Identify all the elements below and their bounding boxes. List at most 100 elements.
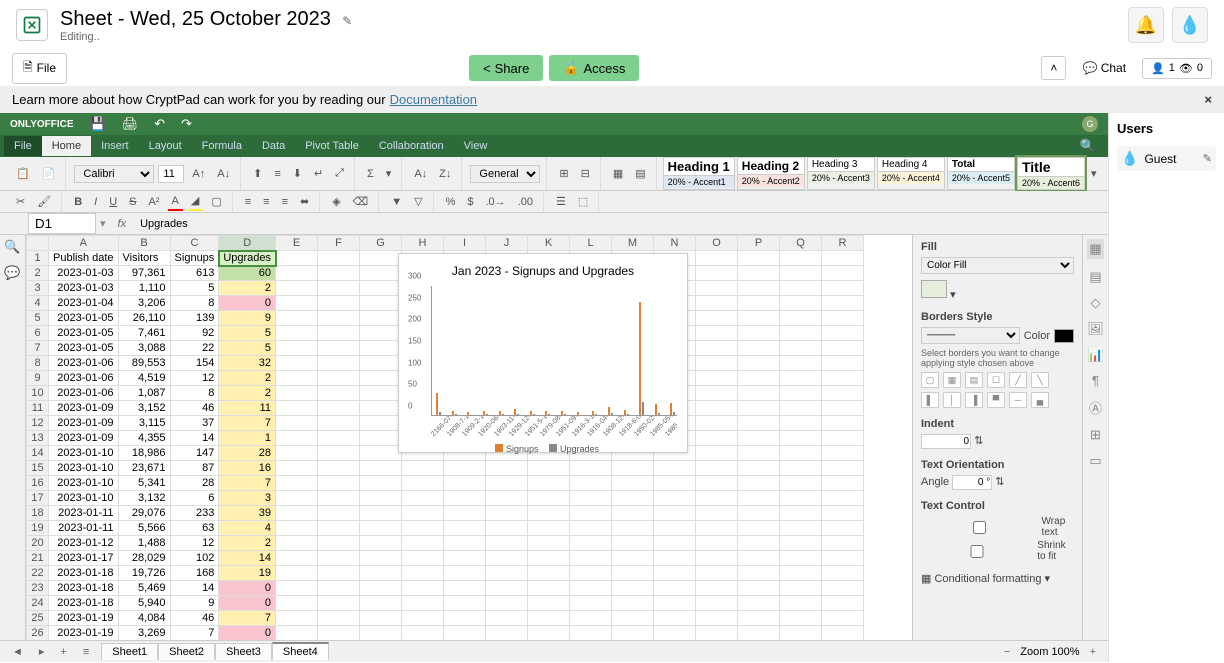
border-inner-icon[interactable]: ▦: [943, 372, 961, 388]
paragraph-icon[interactable]: ¶: [1092, 373, 1099, 388]
find-icon[interactable]: 🔍: [4, 239, 20, 255]
tab-data[interactable]: Data: [252, 136, 295, 156]
align-right-icon[interactable]: ≡: [278, 194, 292, 210]
image-settings-icon[interactable]: 🖼: [1087, 321, 1104, 337]
tab-layout[interactable]: Layout: [139, 136, 192, 156]
filter-icon[interactable]: ▼: [387, 194, 406, 210]
style-title[interactable]: Title20% - Accent6: [1017, 157, 1085, 190]
cell-reference-input[interactable]: [28, 213, 96, 234]
align-middle-icon[interactable]: ≡: [270, 166, 284, 182]
ribbon-search-icon[interactable]: 🔍: [1072, 138, 1104, 154]
align-bottom-icon[interactable]: ⬇: [289, 165, 306, 182]
border-diag2-icon[interactable]: ╲: [1031, 372, 1049, 388]
file-menu-button[interactable]: 🗎File: [12, 53, 67, 84]
style-heading-4[interactable]: Heading 420% - Accent4: [877, 157, 945, 190]
align-center-icon[interactable]: ≡: [259, 194, 273, 210]
shrink-fit-checkbox[interactable]: [921, 545, 1033, 558]
delete-cells-icon[interactable]: ⊟: [577, 165, 594, 182]
border-vert-icon[interactable]: │: [943, 392, 961, 408]
sort-asc-icon[interactable]: A↓: [410, 166, 431, 182]
borders-icon[interactable]: ▢: [207, 193, 225, 210]
styles-dropdown-icon[interactable]: ▾: [1087, 165, 1101, 182]
comments-icon[interactable]: 💬: [4, 265, 20, 281]
fx-label[interactable]: fx: [110, 218, 135, 230]
cell-settings-icon[interactable]: ▦: [1087, 239, 1103, 259]
style-total[interactable]: Total20% - Accent5: [947, 157, 1015, 190]
merge-icon[interactable]: ⬌: [296, 193, 313, 210]
angle-input[interactable]: [952, 475, 992, 490]
paste-icon[interactable]: 📄: [38, 165, 60, 182]
border-bottom-icon[interactable]: ▄: [1031, 392, 1049, 408]
border-outer-icon[interactable]: ▢: [921, 372, 939, 388]
pivot-settings-icon[interactable]: ⊞: [1090, 427, 1101, 443]
underline-button[interactable]: U: [105, 194, 121, 210]
access-button[interactable]: 🔒Access: [549, 55, 639, 81]
italic-button[interactable]: I: [90, 194, 101, 210]
sheet-list-icon[interactable]: ≡: [79, 646, 93, 658]
insert-cells-icon[interactable]: ⊞: [555, 165, 572, 182]
insert-rows-icon[interactable]: ☰: [552, 193, 570, 210]
users-count-badge[interactable]: 👤1 👁0: [1142, 58, 1212, 79]
sheet-tab-sheet2[interactable]: Sheet2: [158, 643, 215, 660]
spreadsheet-grid[interactable]: ABCDEFGHIJKLMNOPQR1Publish dateVisitorsS…: [26, 235, 912, 640]
chart-settings-icon[interactable]: 📊: [1087, 347, 1103, 363]
conditional-icon[interactable]: ▦: [609, 165, 627, 182]
banner-close-icon[interactable]: ×: [1204, 92, 1212, 107]
border-horiz-icon[interactable]: ─: [1009, 392, 1027, 408]
user-avatar[interactable]: G: [1082, 116, 1098, 132]
tab-home[interactable]: Home: [42, 136, 91, 156]
table-settings-icon[interactable]: ▤: [1089, 269, 1101, 285]
style-heading-3[interactable]: Heading 320% - Accent3: [807, 157, 875, 190]
decimal-inc-icon[interactable]: .0→: [482, 194, 510, 210]
add-sheet-icon[interactable]: +: [56, 646, 70, 658]
user-list-item[interactable]: 💧 Guest ✎: [1117, 146, 1216, 171]
sheet-prev-icon[interactable]: ▸: [35, 645, 49, 658]
redo-icon[interactable]: ↷: [181, 116, 192, 132]
sort-desc-icon[interactable]: Z↓: [435, 166, 455, 182]
superscript-icon[interactable]: A²: [145, 194, 164, 210]
indent-spinner-icon[interactable]: ⇅: [974, 435, 983, 447]
border-all-icon[interactable]: ▤: [965, 372, 983, 388]
edit-title-icon[interactable]: ✎: [342, 14, 352, 28]
orientation-icon[interactable]: ⤢: [331, 165, 348, 182]
border-color-swatch[interactable]: [1054, 329, 1074, 343]
cryptpad-menu-icon[interactable]: 💧: [1172, 7, 1208, 43]
textart-icon[interactable]: Ⓐ: [1089, 398, 1102, 417]
format-icon[interactable]: ⬚: [574, 193, 592, 210]
fill-dropdown-icon[interactable]: ▾: [950, 289, 956, 301]
zoom-out-icon[interactable]: −: [1000, 646, 1014, 658]
clear-icon[interactable]: ⌫: [349, 193, 373, 210]
embedded-chart[interactable]: Jan 2023 - Signups and Upgrades 05010015…: [398, 253, 688, 453]
save-icon[interactable]: 💾: [90, 116, 106, 132]
tab-collaboration[interactable]: Collaboration: [369, 136, 454, 156]
angle-spinner-icon[interactable]: ⇅: [995, 476, 1004, 488]
decrease-font-icon[interactable]: A↓: [213, 166, 234, 182]
cut-icon[interactable]: ✂: [12, 193, 29, 210]
strike-button[interactable]: S: [125, 194, 140, 210]
documentation-link[interactable]: Documentation: [390, 92, 477, 107]
chat-button[interactable]: 💬 Chat: [1072, 57, 1136, 79]
undo-icon[interactable]: ↶: [154, 116, 165, 132]
bold-button[interactable]: B: [70, 194, 86, 210]
cond-dropdown-icon[interactable]: ▾: [1045, 573, 1051, 585]
accounting-icon[interactable]: $: [463, 194, 477, 210]
border-top-icon[interactable]: ▀: [987, 392, 1005, 408]
sheet-tab-sheet4[interactable]: Sheet4: [272, 642, 329, 660]
wrap-text-checkbox[interactable]: [921, 521, 1038, 534]
font-color-icon[interactable]: A: [168, 193, 183, 211]
named-range-icon[interactable]: ◈: [328, 193, 344, 210]
fill-mode-select[interactable]: Color Fill: [921, 257, 1074, 274]
border-right-icon[interactable]: ▐: [965, 392, 983, 408]
copy-icon[interactable]: 📋: [12, 165, 34, 182]
border-diag-icon[interactable]: ╱: [1009, 372, 1027, 388]
tab-formula[interactable]: Formula: [192, 136, 252, 156]
sheet-first-icon[interactable]: ◄: [8, 646, 27, 658]
fill-color-swatch[interactable]: [921, 280, 947, 298]
align-left-icon[interactable]: ≡: [241, 194, 255, 210]
zoom-in-icon[interactable]: +: [1086, 646, 1100, 658]
wrap-icon[interactable]: ↵: [310, 165, 327, 182]
percent-icon[interactable]: %: [442, 194, 460, 210]
notifications-button[interactable]: 🔔: [1128, 7, 1164, 43]
fill-color-icon[interactable]: ◢: [187, 192, 203, 211]
number-format-selector[interactable]: General: [470, 165, 540, 183]
